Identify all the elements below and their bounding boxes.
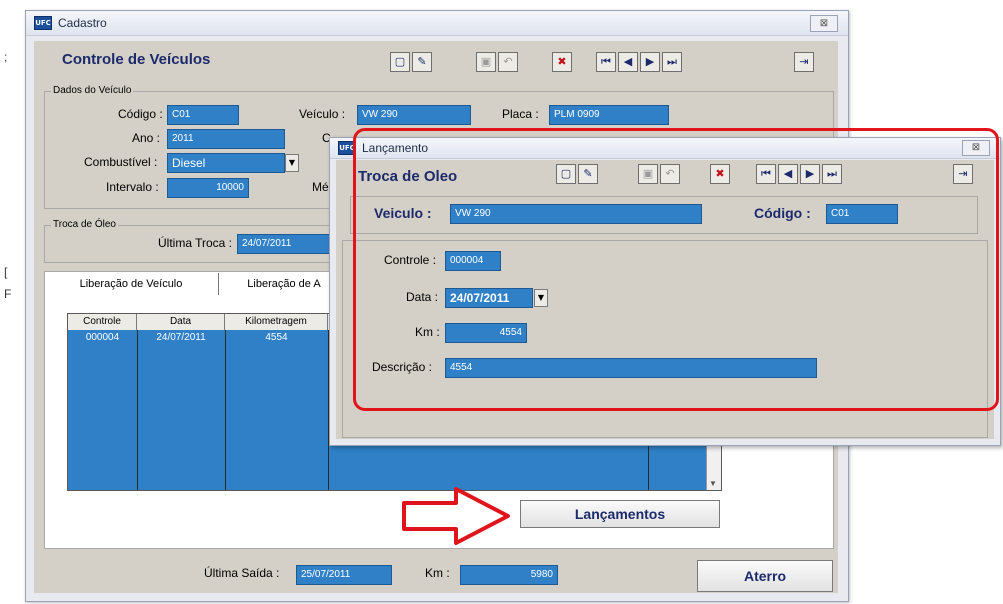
column-divider: [225, 330, 226, 490]
veiculo-label: Veículo :: [299, 107, 346, 121]
controle-label: Controle :: [384, 253, 437, 267]
intervalo-field[interactable]: 10000: [167, 178, 249, 198]
chevron-down-icon[interactable]: ▼: [285, 154, 299, 172]
edit-icon[interactable]: ✎: [578, 164, 598, 184]
codigo-field[interactable]: C01: [826, 204, 898, 224]
descricao-label: Descrição :: [372, 360, 433, 374]
exit-icon[interactable]: ⇥: [953, 164, 973, 184]
combustivel-select[interactable]: Diesel: [167, 153, 285, 173]
combustivel-label: Combustível :: [84, 155, 158, 169]
ano-label: Ano :: [132, 131, 161, 145]
detalhes-group: [342, 240, 988, 438]
aterro-button[interactable]: Aterro: [697, 560, 833, 592]
placa-field[interactable]: PLM 0909: [549, 105, 669, 125]
descricao-field[interactable]: 4554: [445, 358, 817, 378]
cell-data: 24/07/2011: [156, 332, 206, 343]
data-label: Data :: [406, 290, 439, 304]
intervalo-label: Intervalo :: [106, 180, 159, 194]
next-icon[interactable]: ▶: [640, 52, 660, 72]
dialog-title: Troca de Oleo: [358, 168, 458, 185]
save-icon[interactable]: ▣: [476, 52, 496, 72]
next-icon[interactable]: ▶: [800, 164, 820, 184]
km-label: Km :: [425, 566, 450, 580]
ano-field[interactable]: 2011: [167, 129, 285, 149]
close-button[interactable]: ⊠: [810, 15, 838, 32]
column-header[interactable]: Kilometragem: [225, 314, 328, 330]
ultima-troca-label: Última Troca :: [158, 236, 233, 250]
controle-field[interactable]: 000004: [445, 251, 501, 271]
new-icon[interactable]: ▢: [556, 164, 576, 184]
first-icon[interactable]: ⏮: [596, 52, 616, 72]
prev-icon[interactable]: ◀: [618, 52, 638, 72]
column-header[interactable]: Data: [137, 314, 225, 330]
ultima-saida-label: Última Saída :: [204, 566, 280, 580]
margin-mark: [: [4, 265, 8, 279]
lancamento-panel: Troca de Oleo ▢ ✎ ▣ ↶ ✖ ⏮ ◀ ▶ ⏭ ⇥ Veicul…: [336, 160, 994, 439]
tab-liberacao-veiculo[interactable]: Liberação de Veículo: [44, 273, 219, 295]
group-title: Dados do Veículo: [51, 85, 134, 96]
ultima-saida-field[interactable]: 25/07/2011: [296, 565, 392, 585]
app-icon: UFC: [338, 141, 356, 155]
cell-controle: 000004: [85, 332, 120, 343]
app-icon: UFC: [34, 16, 52, 30]
window-title: Cadastro: [58, 16, 107, 30]
margin-mark: F: [4, 287, 12, 301]
km-field[interactable]: 5980: [460, 565, 558, 585]
delete-icon[interactable]: ✖: [552, 52, 572, 72]
placa-label: Placa :: [502, 107, 539, 121]
km-label: Km :: [415, 325, 440, 339]
cadastro-titlebar: UFC Cadastro ⊠: [26, 11, 848, 36]
delete-icon[interactable]: ✖: [710, 164, 730, 184]
undo-icon[interactable]: ↶: [660, 164, 680, 184]
ultima-troca-field[interactable]: 24/07/2011: [237, 234, 333, 254]
margin-mark: ;: [4, 50, 8, 64]
first-icon[interactable]: ⏮: [756, 164, 776, 184]
codigo-label: Código :: [118, 107, 163, 121]
new-icon[interactable]: ▢: [390, 52, 410, 72]
edit-icon[interactable]: ✎: [412, 52, 432, 72]
scroll-down-icon[interactable]: ▼: [709, 479, 717, 488]
last-icon[interactable]: ⏭: [822, 164, 842, 184]
column-divider: [137, 330, 138, 490]
tab-liberacao-a[interactable]: Liberação de A: [234, 273, 334, 295]
codigo-field[interactable]: C01: [167, 105, 239, 125]
chevron-down-icon[interactable]: ▼: [534, 289, 548, 307]
km-field[interactable]: 4554: [445, 323, 527, 343]
veiculo-field[interactable]: VW 290: [357, 105, 471, 125]
save-icon[interactable]: ▣: [638, 164, 658, 184]
undo-icon[interactable]: ↶: [498, 52, 518, 72]
exit-icon[interactable]: ⇥: [794, 52, 814, 72]
window-title: Lançamento: [362, 141, 429, 155]
last-icon[interactable]: ⏭: [662, 52, 682, 72]
red-arrow-icon: [402, 487, 510, 545]
veiculo-label: Veiculo :: [374, 205, 432, 221]
hidden-label: Mé: [312, 180, 329, 194]
column-header[interactable]: Controle: [68, 314, 137, 330]
cell-km: 4554: [265, 332, 288, 343]
prev-icon[interactable]: ◀: [778, 164, 798, 184]
data-field[interactable]: 24/07/2011: [445, 288, 533, 308]
lancamento-window: UFC Lançamento ⊠ Troca de Oleo ▢ ✎ ▣ ↶ ✖…: [329, 137, 1001, 446]
page-title: Controle de Veículos: [62, 51, 211, 68]
group-title: Troca de Óleo: [51, 219, 118, 230]
close-button[interactable]: ⊠: [962, 140, 990, 156]
lancamentos-button[interactable]: Lançamentos: [520, 500, 720, 528]
codigo-label: Código :: [754, 205, 811, 221]
lancamento-titlebar: UFC Lançamento ⊠: [330, 138, 1000, 159]
veiculo-field[interactable]: VW 290: [450, 204, 702, 224]
